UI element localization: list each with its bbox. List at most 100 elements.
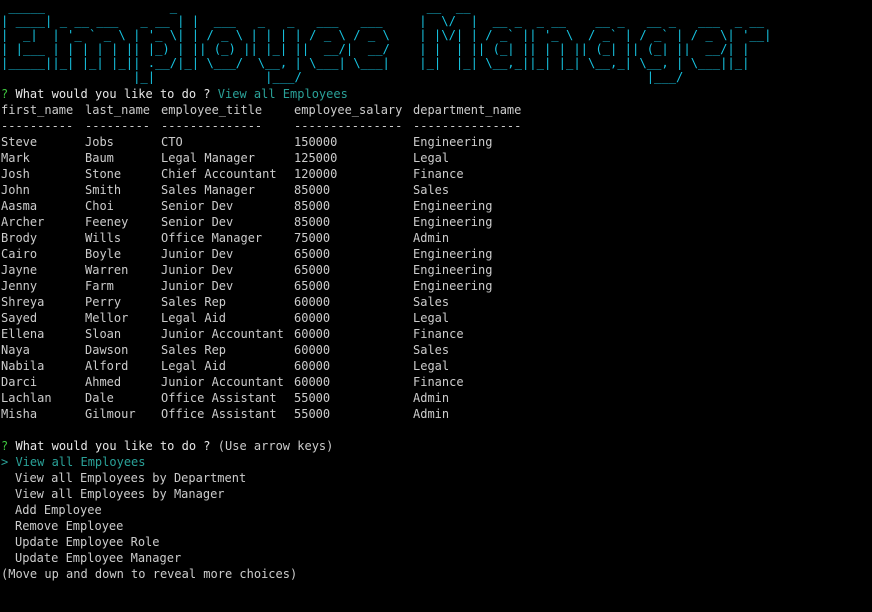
last-name-cell: Feeney [85,215,129,229]
last-name-cell: Choi [85,199,114,213]
first-name-cell: Lachlan [1,391,52,405]
employee-title-cell: Legal Aid [161,311,227,325]
table-row: Jayne Warren Junior Dev 65000 Engineering [1,262,872,278]
prompt-question: What would you like to do ? [15,87,211,101]
employee-title-cell: CTO [161,135,183,149]
department-name-cell: Finance [413,375,464,389]
employee-salary-cell: 60000 [294,375,331,389]
department-name-cell: Engineering [413,215,493,229]
employee-title-cell: Office Assistant [161,391,277,405]
last-name-cell: Stone [85,167,122,181]
last-name-cell: Gilmour [85,407,136,421]
first-name-cell: Jenny [1,279,38,293]
employee-title-cell: Sales Rep [161,343,227,357]
prompt-question: What would you like to do ? [15,439,211,453]
last-name-cell: Jobs [85,135,114,149]
last-name-cell: Boyle [85,247,122,261]
first-name-cell: first_name [1,103,74,117]
employee-title-cell: Senior Dev [161,215,234,229]
menu-choice[interactable]: Remove Employee [1,518,872,534]
prompt-line-2: ? What would you like to do ? (Use arrow… [1,438,872,454]
employee-salary-cell: --------------- [294,119,403,133]
employee-title-cell: Office Assistant [161,407,277,421]
employee-title-cell: employee_title [161,103,263,117]
first-name-cell: Brody [1,231,38,245]
first-name-cell: Mark [1,151,30,165]
employee-title-cell: Junior Accountant [161,375,284,389]
first-name-cell: Nabila [1,359,45,373]
last-name-cell: Mellor [85,311,129,325]
table-row: Mark Baum Legal Manager 125000 Legal [1,150,872,166]
department-name-cell: Sales [413,183,450,197]
employee-title-cell: Chief Accountant [161,167,277,181]
first-name-cell: Aasma [1,199,38,213]
question-mark: ? [1,439,9,453]
menu-footer: (Move up and down to reveal more choices… [1,567,298,581]
first-name-cell: John [1,183,30,197]
employee-salary-cell: 75000 [294,231,331,245]
table-row: Archer Feeney Senior Dev 85000 Engineering [1,214,872,230]
department-name-cell: Engineering [413,135,493,149]
first-name-cell: Darci [1,375,38,389]
table-row: Shreya Perry Sales Rep 60000 Sales [1,294,872,310]
menu-choice[interactable]: > View all Employees [1,454,872,470]
department-name-cell: Admin [413,391,450,405]
department-name-cell: Admin [413,231,450,245]
prompt-hint: (Use arrow keys) [217,439,334,453]
prompt-line-1: ? What would you like to do ? View all E… [1,86,872,102]
department-name-cell: Engineering [413,263,493,277]
last-name-cell: Baum [85,151,114,165]
department-name-cell: Admin [413,407,450,421]
table-row: Brody Wills Office Manager 75000 Admin [1,230,872,246]
menu-choice[interactable]: Update Employee Manager [1,550,872,566]
menu-choice[interactable]: View all Employees by Manager [1,486,872,502]
last-name-cell: Ahmed [85,375,122,389]
table-header: first_name last_name employee_title employe… [1,102,872,118]
employee-title-cell: Junior Dev [161,247,234,261]
table-row: Josh Stone Chief Accountant 120000 Finance [1,166,872,182]
first-name-cell: Jayne [1,263,38,277]
first-name-cell: Cairo [1,247,38,261]
table-row: John Smith Sales Manager 85000 Sales [1,182,872,198]
first-name-cell: Naya [1,343,30,357]
question-mark: ? [1,87,9,101]
employee-salary-cell: 60000 [294,343,331,357]
last-name-cell: Smith [85,183,122,197]
menu-choice[interactable]: Update Employee Role [1,534,872,550]
table-row: Lachlan Dale Office Assistant 55000 Admin [1,390,872,406]
first-name-cell: Shreya [1,295,45,309]
employee-salary-cell: 60000 [294,327,331,341]
table-row: Darci Ahmed Junior Accountant 60000 Finance [1,374,872,390]
employee-salary-cell: 120000 [294,167,338,181]
department-name-cell: Sales [413,343,450,357]
department-name-cell: Finance [413,327,464,341]
table-row: Misha Gilmour Office Assistant 55000 Admin [1,406,872,422]
employee-salary-cell: 60000 [294,295,331,309]
table-row: Cairo Boyle Junior Dev 65000 Engineering [1,246,872,262]
table-row: Sayed Mellor Legal Aid 60000 Legal [1,310,872,326]
first-name-cell: Ellena [1,327,45,341]
first-name-cell: Sayed [1,311,38,325]
ascii-banner: _____ _ __ __ | ____| _ __ ___ _ __ | | … [1,0,772,84]
menu-list[interactable]: > View all Employees View all Employees b… [1,454,872,566]
employee-salary-cell: 65000 [294,247,331,261]
employee-salary-cell: 65000 [294,263,331,277]
menu-choice[interactable]: Add Employee [1,502,872,518]
table-divider: ---------- --------- -------------- -------… [1,118,872,134]
employee-salary-cell: 85000 [294,215,331,229]
last-name-cell: Wills [85,231,122,245]
prompt-answer: View all Employees [217,87,348,101]
last-name-cell: --------- [85,119,151,133]
department-name-cell: --------------- [413,119,522,133]
table-row: Ellena Sloan Junior Accountant 60000 Finance [1,326,872,342]
department-name-cell: Legal [413,359,450,373]
first-name-cell: ---------- [1,119,74,133]
department-name-cell: Sales [413,295,450,309]
table-row: Jenny Farm Junior Dev 65000 Engineering [1,278,872,294]
terminal-window: _____ _ __ __ | ____| _ __ ___ _ __ | | … [0,0,872,612]
employee-salary-cell: 85000 [294,199,331,213]
menu-choice[interactable]: View all Employees by Department [1,470,872,486]
employee-salary-cell: 55000 [294,407,331,421]
department-name-cell: Legal [413,311,450,325]
